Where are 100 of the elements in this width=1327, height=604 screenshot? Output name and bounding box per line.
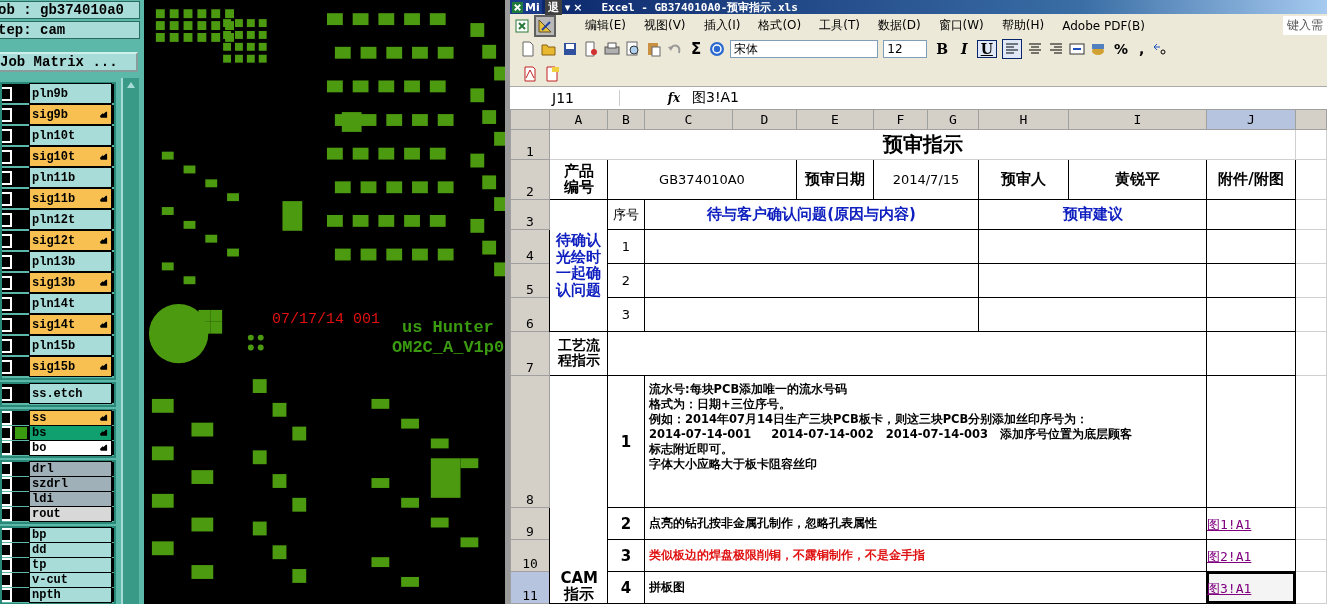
layer-checkbox[interactable] <box>2 477 12 491</box>
menu-item[interactable]: 格式(O) <box>749 17 811 35</box>
close-button[interactable]: × <box>573 0 583 14</box>
layer-name[interactable]: sig15b <box>29 356 112 377</box>
layer-name[interactable]: v-cut <box>29 572 112 588</box>
align-left-button[interactable] <box>1001 39 1022 60</box>
layer-checkbox[interactable] <box>2 573 12 587</box>
table-cell[interactable]: 图2!A1 <box>1206 539 1296 572</box>
menu-item[interactable]: 帮助(H) <box>992 17 1054 35</box>
menu-item[interactable]: Adobe PDF(B) <box>1053 18 1154 33</box>
menu-item[interactable]: 视图(V) <box>634 17 695 35</box>
scrollbar[interactable] <box>121 78 139 604</box>
row-header[interactable]: 1 <box>510 129 550 160</box>
layer-checkbox[interactable] <box>2 107 12 122</box>
layer-name[interactable]: pln12t <box>29 209 112 230</box>
layer-name[interactable]: npth <box>29 587 112 603</box>
column-header[interactable]: E <box>796 109 874 130</box>
row-header[interactable]: 5 <box>510 263 550 298</box>
menu-item[interactable]: 数据(D) <box>868 17 930 35</box>
save-icon[interactable] <box>562 41 578 58</box>
coins-icon[interactable] <box>1089 41 1106 58</box>
menu-item[interactable]: 窗口(W) <box>929 17 993 35</box>
job-matrix-button[interactable]: Job Matrix ... <box>0 52 138 72</box>
layer-name[interactable]: pln11b <box>29 167 112 188</box>
column-header[interactable]: H <box>978 109 1069 130</box>
row-header[interactable]: 7 <box>510 331 550 376</box>
layer-checkbox[interactable] <box>2 462 12 476</box>
hyperlink[interactable]: 图2!A1 <box>1207 548 1252 564</box>
layer-name[interactable]: bo <box>29 440 112 456</box>
column-header[interactable]: F <box>873 109 928 130</box>
layer-checkbox[interactable] <box>2 558 12 572</box>
layer-name[interactable]: pln14t <box>29 293 112 314</box>
layer-name[interactable]: ldi <box>29 491 112 507</box>
print-icon[interactable] <box>604 41 620 58</box>
floating-toolbar-tab[interactable]: 退 <box>544 0 562 15</box>
hyperlink[interactable]: 图1!A1 <box>1207 516 1252 532</box>
layer-checkbox[interactable] <box>2 426 12 440</box>
layer-checkbox[interactable] <box>2 212 12 227</box>
layer-checkbox[interactable] <box>2 128 12 143</box>
table-cell[interactable]: 图1!A1 <box>1206 507 1296 540</box>
menu-item[interactable]: 工具(T) <box>810 17 869 35</box>
table-cell[interactable] <box>1206 375 1296 508</box>
layer-name[interactable]: pln9b <box>29 83 112 104</box>
document-icon[interactable] <box>583 41 599 58</box>
layer-name[interactable]: rout <box>29 506 112 522</box>
layer-checkbox[interactable] <box>2 233 12 248</box>
layer-checkbox[interactable] <box>2 170 12 185</box>
format-button[interactable]: I <box>957 40 972 59</box>
formula-field[interactable]: 图3!A1 <box>688 89 739 108</box>
layer-name[interactable]: sig12t <box>29 230 112 251</box>
column-header[interactable]: C <box>644 109 733 130</box>
layer-checkbox[interactable] <box>2 296 12 311</box>
row-header[interactable]: 2 <box>510 159 550 200</box>
font-dropdown[interactable]: 宋体 <box>730 40 879 59</box>
layer-checkbox[interactable] <box>2 411 12 425</box>
layer-name[interactable]: sig11b <box>29 188 112 209</box>
layer-checkbox[interactable] <box>2 317 12 332</box>
layer-name[interactable]: pln10t <box>29 125 112 146</box>
layer-checkbox[interactable] <box>2 386 12 401</box>
format-button[interactable]: B <box>932 40 953 59</box>
layer-checkbox[interactable] <box>2 528 12 542</box>
column-header[interactable]: J <box>1206 109 1296 130</box>
layer-name[interactable]: pln13b <box>29 251 112 272</box>
format-button[interactable]: U <box>976 40 997 59</box>
layer-checkbox[interactable] <box>2 254 12 269</box>
column-header[interactable]: G <box>927 109 979 130</box>
preview-icon[interactable] <box>625 41 641 58</box>
layer-name[interactable]: ss.etch <box>29 383 112 404</box>
help-search-field[interactable]: 键入需 <box>1283 16 1327 36</box>
layer-checkbox[interactable] <box>2 507 12 521</box>
comma-button[interactable]: , <box>1135 41 1148 58</box>
row-header[interactable]: 8 <box>510 375 550 508</box>
paste-icon[interactable] <box>646 41 662 58</box>
layer-checkbox[interactable] <box>2 275 12 290</box>
decimal-icon[interactable] <box>1152 41 1169 58</box>
layer-checkbox[interactable] <box>2 149 12 164</box>
layer-checkbox[interactable] <box>2 86 12 101</box>
layer-name[interactable]: sig10t <box>29 146 112 167</box>
layer-name[interactable]: tp <box>29 557 112 573</box>
layer-name[interactable]: dd <box>29 542 112 558</box>
layer-checkbox[interactable] <box>2 492 12 506</box>
column-header[interactable]: D <box>732 109 797 130</box>
pdf-comment-icon[interactable] <box>544 65 560 82</box>
column-header[interactable]: B <box>607 109 645 130</box>
name-box[interactable]: J11 <box>510 90 620 107</box>
column-header[interactable]: A <box>549 109 608 130</box>
row-header[interactable]: 9 <box>510 507 550 540</box>
layer-name[interactable]: sig9b <box>29 104 112 125</box>
app-tab[interactable]: Mi <box>510 0 542 14</box>
autosum-button[interactable]: Σ <box>688 40 705 59</box>
pdf-icon[interactable] <box>522 65 538 82</box>
layer-checkbox[interactable] <box>2 191 12 206</box>
row-header[interactable]: 10 <box>510 539 550 572</box>
column-header[interactable]: I <box>1068 109 1207 130</box>
row-header[interactable]: 11 <box>510 571 550 604</box>
menu-item[interactable]: 插入(I) <box>694 17 750 35</box>
layer-name[interactable]: ss <box>29 410 112 426</box>
function-button[interactable]: fx <box>620 91 688 106</box>
row-header[interactable]: 4 <box>510 229 550 264</box>
layer-name[interactable]: sig14t <box>29 314 112 335</box>
